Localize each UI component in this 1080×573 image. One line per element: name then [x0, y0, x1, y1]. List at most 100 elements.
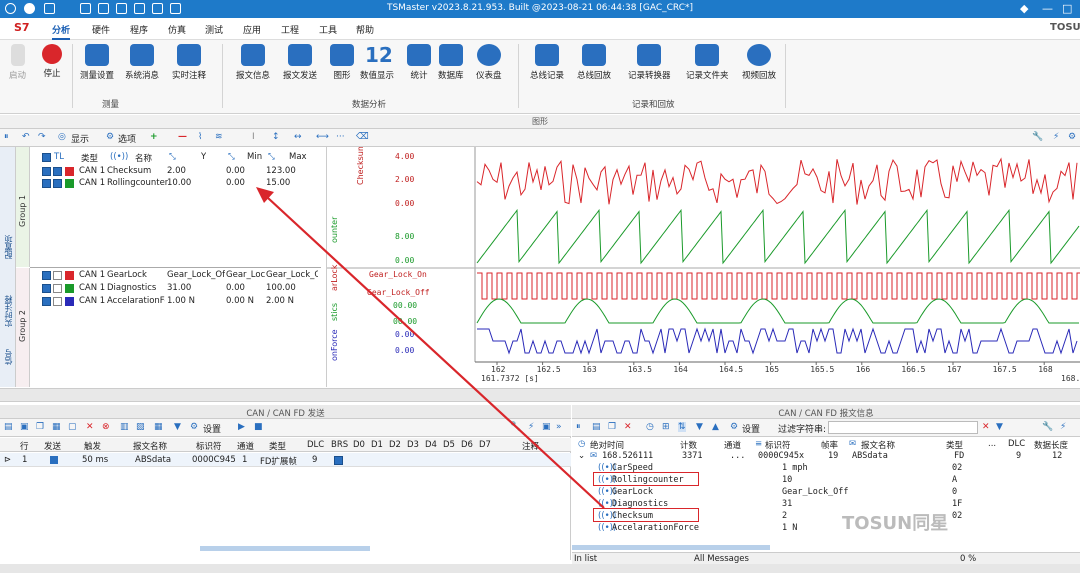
clear-icon[interactable]: ⊗	[102, 422, 110, 432]
table-row[interactable]: CAN 1 GearLock Gear_Lock_Off Gear_Lock G…	[16, 270, 321, 282]
panel-splitter[interactable]	[0, 388, 1080, 402]
pause-icon[interactable]: ⏸	[576, 422, 581, 432]
menu-simulation[interactable]: 仿真	[168, 23, 186, 36]
dock-icon[interactable]: ▣	[542, 422, 551, 432]
menu-help[interactable]: 帮助	[356, 23, 374, 36]
up-icon[interactable]: ▲	[712, 422, 719, 432]
filter-input[interactable]	[828, 421, 978, 434]
filter-icon[interactable]: ▼	[996, 422, 1003, 432]
bus-replay-button[interactable]: 总线回放	[577, 44, 611, 81]
table-icon[interactable]: ▦	[154, 422, 163, 432]
play-icon[interactable]: ▶	[238, 422, 245, 432]
maximize-icon[interactable]: □	[1062, 2, 1072, 15]
cursor-icon[interactable]: I	[252, 132, 255, 142]
settings-icon[interactable]: ⚙	[190, 422, 198, 432]
undo-icon[interactable]: ↶	[22, 132, 30, 142]
dashboard-button[interactable]: 仪表盘	[476, 44, 502, 81]
new-icon[interactable]: ▢	[68, 422, 77, 432]
list-icon[interactable]: ▤	[592, 422, 601, 432]
database-icon[interactable]: ▤	[4, 422, 13, 432]
expand-icon[interactable]: ⌄	[578, 451, 585, 461]
menu-analysis[interactable]: 分析	[52, 23, 71, 40]
horizontal-scrollbar[interactable]	[200, 546, 370, 551]
color-swatch[interactable]	[65, 179, 74, 188]
system-message-button[interactable]: 系统消息	[125, 44, 159, 81]
realtime-comment-button[interactable]: 实时注释	[172, 44, 206, 81]
remove-icon[interactable]: —	[178, 132, 187, 142]
color-swatch[interactable]	[65, 271, 74, 280]
tab-signal[interactable]: 信号	[3, 349, 14, 365]
lightning-icon[interactable]: ⚡	[528, 422, 534, 432]
table-row[interactable]: ⊳ 1 50 ms ABSdata 0000C945 1 FD扩展帧 9	[0, 453, 571, 467]
table-row[interactable]: CAN 1 Checksum 2.00 0.00 123.00	[16, 166, 321, 178]
stacked-chart-icon[interactable]: ≋	[215, 132, 223, 142]
table-row[interactable]: CAN 1 Rollingcounter 10.00 0.00 15.00	[16, 178, 321, 190]
redo-icon[interactable]: ↷	[38, 132, 46, 142]
delete-icon[interactable]: ✕	[86, 422, 94, 432]
message-send-button[interactable]: 报文发送	[283, 44, 317, 81]
brs-checkbox[interactable]	[334, 456, 343, 465]
signal-row[interactable]: ((•)) AccelarationForce 1 N	[572, 522, 1080, 534]
tab-realtime-comment[interactable]: 实时注释	[3, 295, 14, 327]
signal-plot[interactable]: Checksum ounter arLock stics onForce 4.0…	[327, 143, 1080, 387]
down-icon[interactable]: ▼	[696, 422, 703, 432]
paste-icon[interactable]: ▦	[52, 422, 61, 432]
log-folder-button[interactable]: 记录文件夹	[686, 44, 729, 81]
copy-icon[interactable]: ❐	[36, 422, 44, 432]
pin-icon[interactable]: ◆	[1020, 2, 1028, 15]
save-icon[interactable]: ▣	[20, 422, 29, 432]
more-icon[interactable]: »	[556, 422, 562, 432]
lightning-icon[interactable]: ⚡	[1053, 132, 1059, 142]
color-swatch[interactable]	[65, 284, 74, 293]
menu-test[interactable]: 测试	[205, 23, 223, 36]
filter-icon[interactable]: ▼	[174, 422, 181, 432]
zoom-icon[interactable]: ↔	[294, 132, 302, 142]
settings-menu[interactable]: 设置	[203, 422, 221, 435]
start-button[interactable]: 启动	[9, 44, 26, 81]
eraser-icon[interactable]: ⌫	[356, 132, 369, 142]
color-swatch[interactable]	[65, 297, 74, 306]
add-icon[interactable]: +	[150, 132, 158, 142]
delete-icon[interactable]: ✕	[624, 422, 632, 432]
log-converter-button[interactable]: 记录转换器	[628, 44, 671, 81]
send-checkbox[interactable]	[50, 456, 58, 464]
menu-tools[interactable]: 工具	[319, 23, 337, 36]
table-row[interactable]: CAN 1 Diagnostics 31.00 0.00 100.00	[16, 283, 321, 295]
message-row[interactable]: ⌄ ✉ 168.526111 3371 ... 0000C945x 19 ABS…	[572, 450, 1080, 462]
display-icon[interactable]: ◎	[58, 132, 66, 142]
tab-config[interactable]: 配置项	[3, 235, 14, 259]
wrench-icon[interactable]: 🔧	[510, 422, 521, 432]
pause-icon[interactable]: ⏸	[4, 132, 9, 142]
wrench-icon[interactable]: 🔧	[1042, 422, 1053, 432]
bus-record-button[interactable]: 总线记录	[530, 44, 564, 81]
clock-icon[interactable]: ◷	[646, 422, 654, 432]
export-icon[interactable]: ▧	[136, 422, 145, 432]
settings-icon[interactable]: ⚙	[1068, 132, 1076, 142]
clear-filter-icon[interactable]: ✕	[982, 422, 990, 432]
minimize-icon[interactable]: —	[1042, 2, 1053, 15]
table-row[interactable]: CAN 1 AccelarationFor 1.00 N 0.00 N 2.00…	[16, 296, 321, 308]
import-icon[interactable]: ▥	[120, 422, 129, 432]
stop-button[interactable]: 停止	[42, 44, 62, 79]
display-menu[interactable]: 显示	[71, 132, 89, 145]
color-swatch[interactable]	[65, 167, 74, 176]
copy-icon[interactable]: ❐	[608, 422, 616, 432]
horizontal-scrollbar[interactable]	[572, 545, 770, 550]
sort-icon[interactable]: ⇅	[678, 422, 686, 432]
line-chart-icon[interactable]: ⌇	[198, 132, 202, 142]
tree-icon[interactable]: ⊞	[662, 422, 670, 432]
video-replay-button[interactable]: 视频回放	[742, 44, 776, 81]
fit-icon[interactable]: ↕	[272, 132, 280, 142]
options-icon[interactable]: ⚙	[106, 132, 114, 142]
menu-hardware[interactable]: 硬件	[92, 23, 110, 36]
options-menu[interactable]: 选项	[118, 132, 136, 145]
menu-application[interactable]: 应用	[243, 23, 261, 36]
menu-program[interactable]: 程序	[130, 23, 148, 36]
select-all-checkbox[interactable]	[42, 153, 51, 162]
database-button[interactable]: 数据库	[438, 44, 464, 81]
graph-area[interactable]: Checksum ounter arLock stics onForce 4.0…	[326, 143, 1080, 387]
message-info-button[interactable]: 报文信息	[236, 44, 270, 81]
wrench-icon[interactable]: 🔧	[1032, 132, 1043, 142]
graphics-button[interactable]: 图形	[330, 44, 354, 81]
measurement-setup-button[interactable]: 测量设置	[80, 44, 114, 81]
